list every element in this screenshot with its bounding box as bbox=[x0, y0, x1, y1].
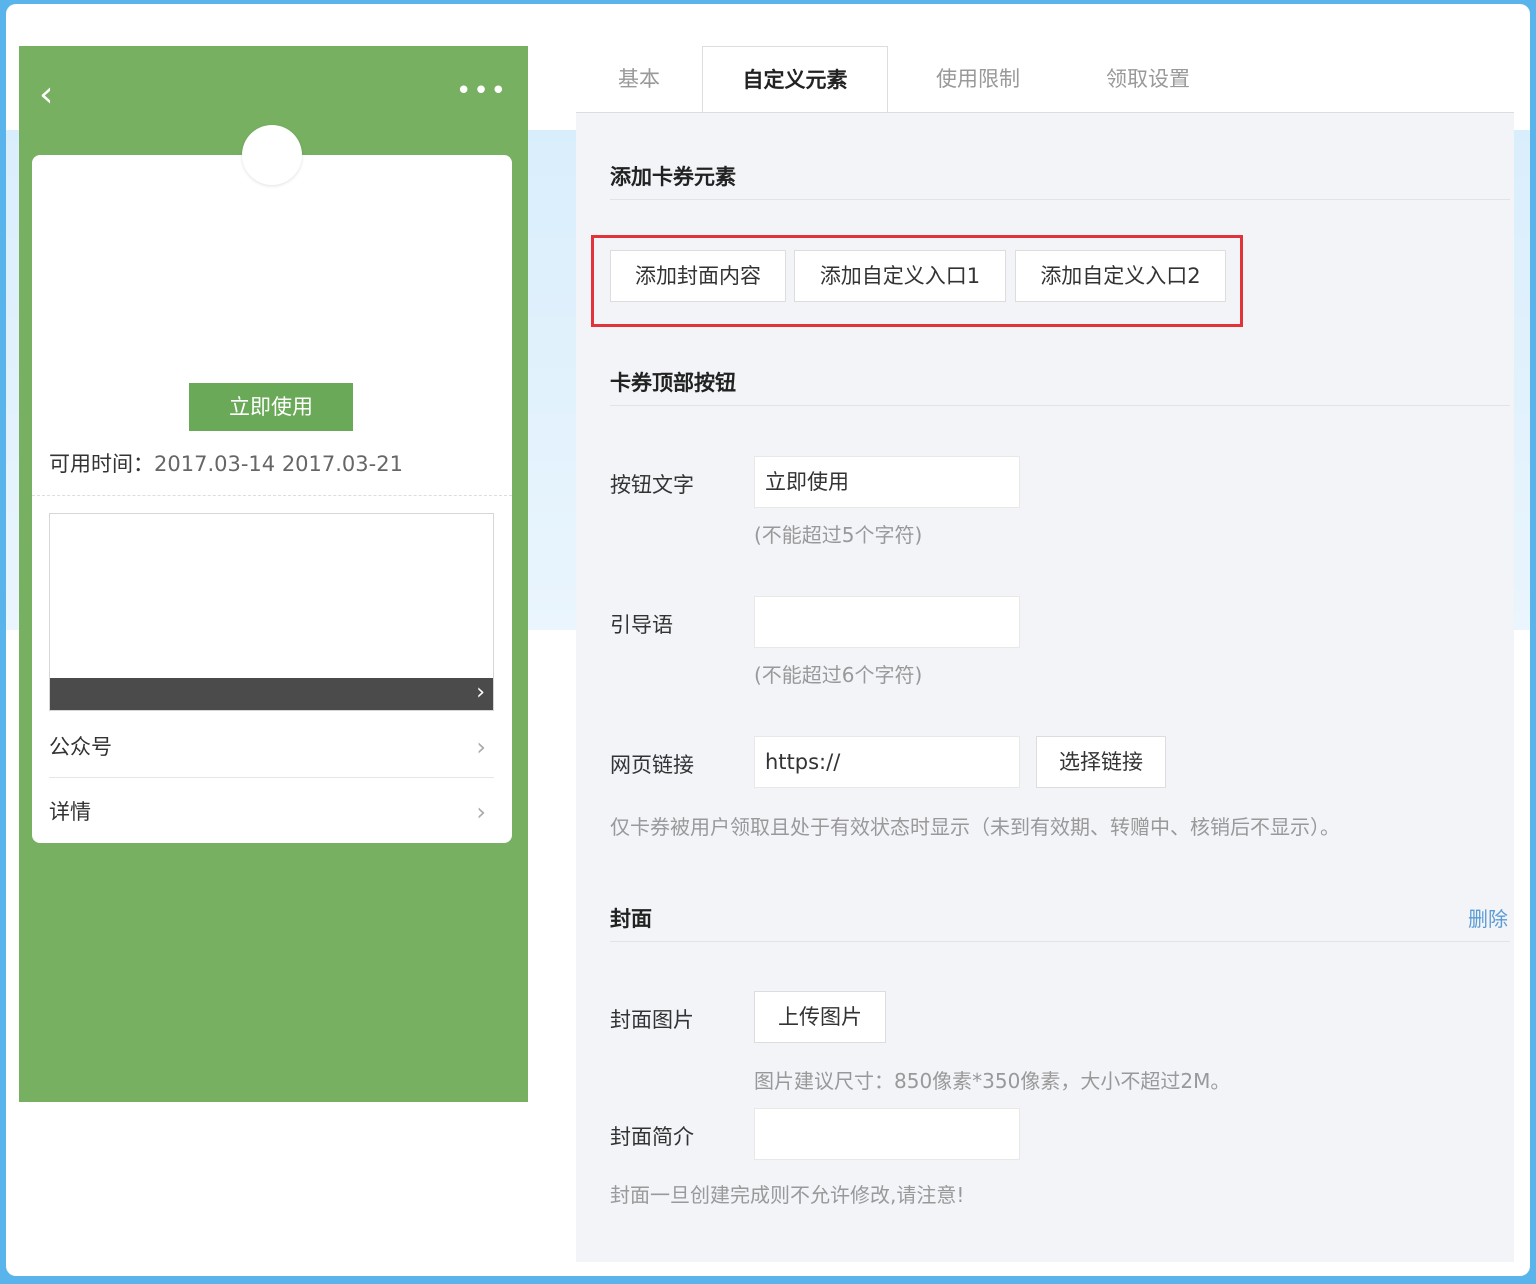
cover-preview-bar: › bbox=[50, 678, 493, 710]
tab-basic[interactable]: 基本 bbox=[576, 46, 702, 112]
available-time-label: 可用时间： bbox=[49, 452, 154, 476]
section-divider bbox=[610, 199, 1510, 200]
dashed-divider bbox=[32, 495, 512, 496]
cover-preview[interactable]: › bbox=[49, 513, 494, 711]
section-divider bbox=[610, 405, 1510, 406]
more-dots-icon[interactable]: ••• bbox=[456, 76, 508, 106]
button-text-input[interactable]: 立即使用 bbox=[754, 456, 1020, 508]
section-divider bbox=[610, 941, 1510, 942]
tab-usage-limits[interactable]: 使用限制 bbox=[906, 46, 1050, 112]
button-text-label: 按钮文字 bbox=[610, 473, 694, 497]
add-custom-entry-1-button[interactable]: 添加自定义入口1 bbox=[794, 250, 1006, 302]
settings-tabs: 基本 自定义元素 使用限制 领取设置 bbox=[576, 46, 1514, 112]
available-time-value: 2017.03-14 2017.03-21 bbox=[154, 452, 403, 476]
tab-claim-settings[interactable]: 领取设置 bbox=[1076, 46, 1220, 112]
add-cover-button[interactable]: 添加封面内容 bbox=[610, 250, 786, 302]
delete-cover-link[interactable]: 删除 bbox=[1468, 903, 1508, 932]
section-title-cover: 封面 bbox=[610, 907, 652, 931]
merchant-logo bbox=[242, 125, 302, 185]
link-input[interactable]: https:// bbox=[754, 736, 1020, 788]
guide-label: 引导语 bbox=[610, 613, 673, 637]
guide-input[interactable] bbox=[754, 596, 1020, 648]
section-title-add-elements: 添加卡券元素 bbox=[610, 165, 736, 189]
tab-custom-elements[interactable]: 自定义元素 bbox=[702, 46, 888, 112]
card-preview-phone: ‹ ••• 立即使用 可用时间：2017.03-14 2017.03-21 › … bbox=[19, 46, 528, 1102]
cover-image-label: 封面图片 bbox=[610, 1008, 694, 1032]
list-item-label: 公众号 bbox=[49, 735, 112, 759]
cover-intro-input[interactable] bbox=[754, 1108, 1020, 1160]
list-item-label: 详情 bbox=[49, 800, 91, 824]
guide-hint: (不能超过6个字符) bbox=[754, 663, 923, 687]
list-item-official-account[interactable]: 公众号 › bbox=[49, 716, 494, 778]
select-link-button[interactable]: 选择链接 bbox=[1036, 736, 1166, 788]
chevron-right-icon: › bbox=[476, 733, 486, 761]
chevron-left-icon[interactable]: ‹ bbox=[39, 74, 53, 115]
chevron-right-icon: › bbox=[476, 798, 486, 826]
use-now-button[interactable]: 立即使用 bbox=[189, 383, 353, 431]
section-title-top-button: 卡券顶部按钮 bbox=[610, 371, 736, 395]
available-time: 可用时间：2017.03-14 2017.03-21 bbox=[49, 448, 403, 478]
cover-intro-label: 封面简介 bbox=[610, 1125, 694, 1149]
link-label: 网页链接 bbox=[610, 753, 694, 777]
cover-image-hint: 图片建议尺寸：850像素*350像素，大小不超过2M。 bbox=[754, 1069, 1231, 1093]
link-note: 仅卡券被用户领取且处于有效状态时显示（未到有效期、转赠中、核销后不显示）。 bbox=[610, 815, 1340, 839]
upload-image-button[interactable]: 上传图片 bbox=[754, 991, 886, 1043]
cover-note: 封面一旦创建完成则不允许修改,请注意! bbox=[610, 1183, 965, 1207]
add-custom-entry-2-button[interactable]: 添加自定义入口2 bbox=[1015, 250, 1226, 302]
chevron-right-icon: › bbox=[476, 680, 485, 705]
list-item-details[interactable]: 详情 › bbox=[49, 781, 494, 843]
custom-elements-panel: 添加卡券元素 添加封面内容 添加自定义入口1 添加自定义入口2 卡券顶部按钮 按… bbox=[576, 112, 1514, 1262]
coupon-card-preview: 立即使用 可用时间：2017.03-14 2017.03-21 › 公众号 › … bbox=[32, 125, 512, 843]
button-text-hint: (不能超过5个字符) bbox=[754, 523, 923, 547]
